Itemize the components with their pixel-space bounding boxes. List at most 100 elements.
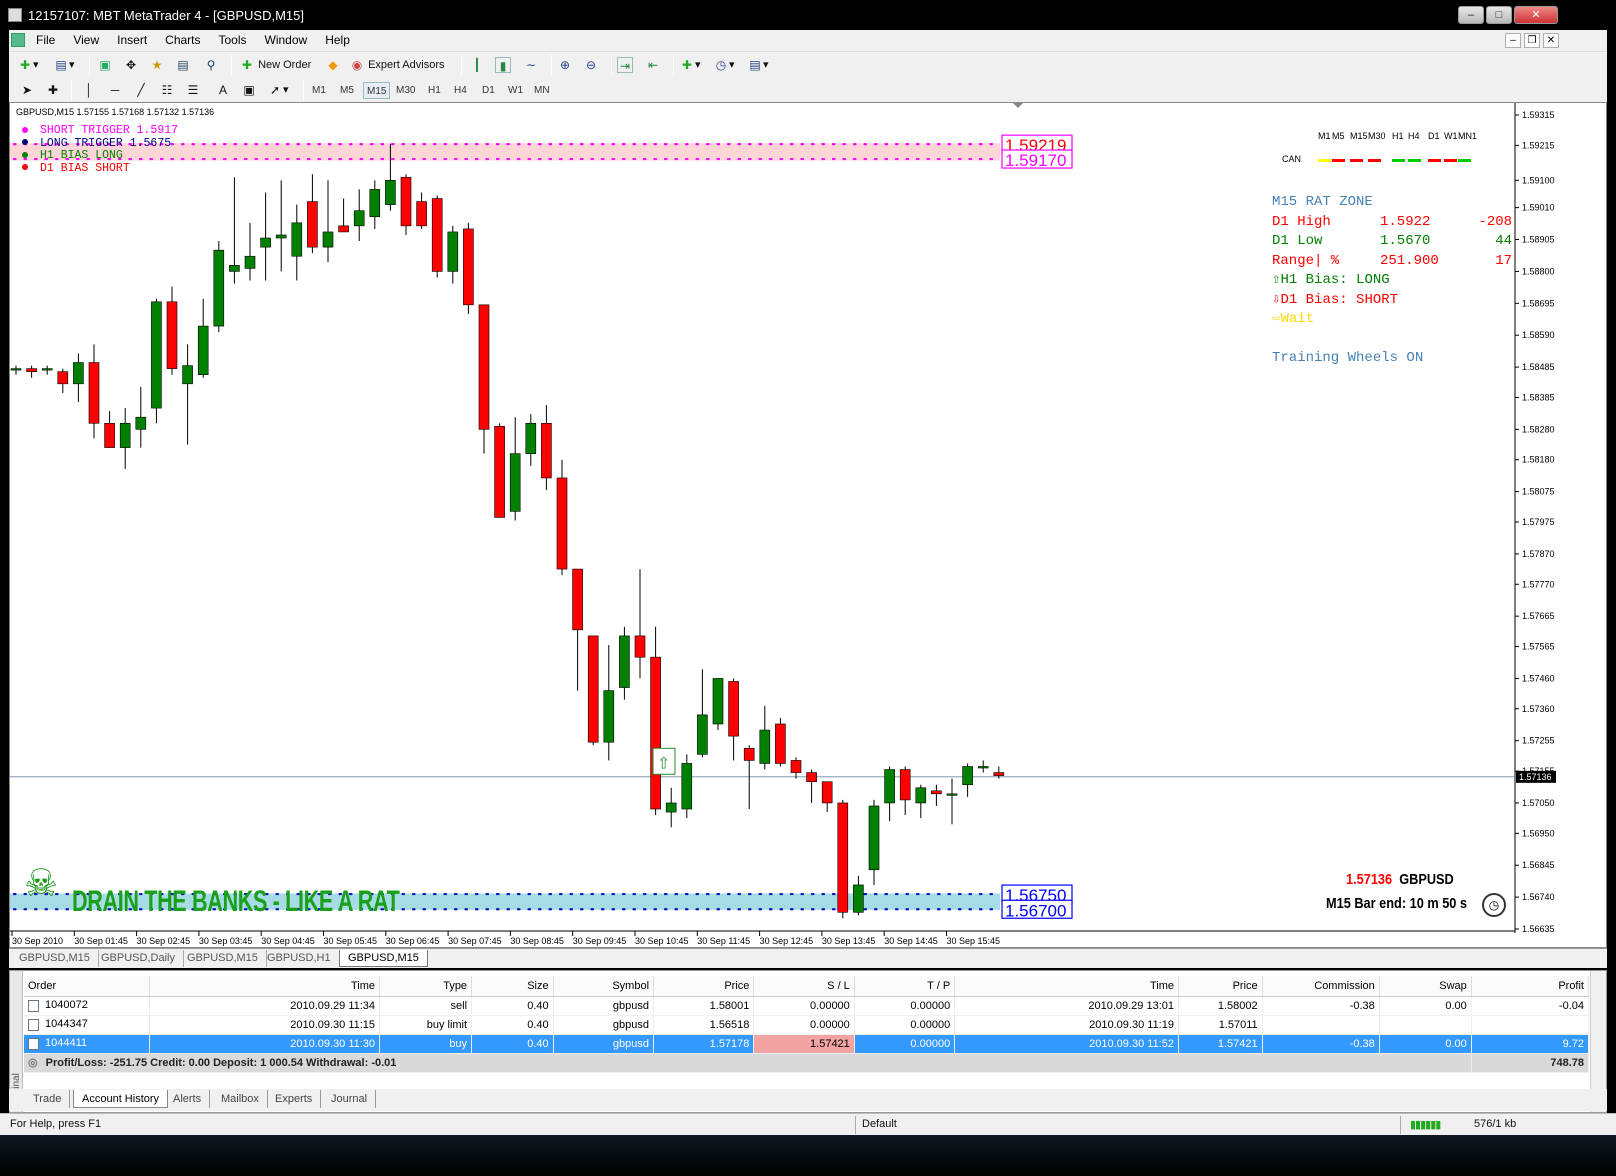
menu-help[interactable]: Help: [316, 30, 359, 51]
x-tick-label: 30 Sep 05:45: [324, 936, 378, 946]
timeframe-h4[interactable]: H4: [451, 82, 470, 99]
zoom-out-icon[interactable]: ⊖: [583, 55, 599, 75]
menu-window[interactable]: Window: [256, 30, 317, 51]
maximize-button[interactable]: □: [1486, 6, 1512, 24]
market-watch-icon[interactable]: ▣: [97, 55, 113, 75]
timeframe-m15[interactable]: M15: [363, 82, 391, 99]
metaeditor-icon[interactable]: ◆: [325, 55, 341, 75]
expert-advisors-button[interactable]: ◉ Expert Advisors: [349, 55, 445, 75]
new-order-icon: ✚: [241, 58, 253, 73]
timeframe-m30[interactable]: M30: [393, 82, 418, 99]
column-header[interactable]: Time: [149, 976, 381, 997]
legend-dot-icon: [22, 126, 28, 133]
chart-tab[interactable]: GBPUSD,M15: [339, 950, 428, 967]
mdi-close-button[interactable]: ✕: [1543, 33, 1559, 48]
timeframe-d1[interactable]: D1: [479, 82, 498, 99]
terminal-tab[interactable]: Mailbox: [213, 1090, 268, 1108]
fibonacci-icon[interactable]: ☰: [185, 80, 201, 100]
timeframe-mn[interactable]: MN: [531, 82, 553, 99]
terminal-tab[interactable]: Experts: [267, 1090, 322, 1108]
menu-insert[interactable]: Insert: [108, 30, 156, 51]
timeframe-h1[interactable]: H1: [425, 82, 444, 99]
indicators-icon[interactable]: ✚ ▾: [679, 55, 701, 75]
templates-icon[interactable]: ▤ ▾: [747, 55, 768, 75]
new-order-button[interactable]: ✚ New Order: [239, 55, 311, 75]
candle-body: [447, 231, 459, 272]
chart-window[interactable]: 1.59219 1.59170 1.56750 1.56700 1.59315 1.592…: [9, 102, 1607, 948]
column-header[interactable]: Order: [24, 976, 150, 997]
chart-tab[interactable]: GBPUSD,M15: [11, 950, 99, 967]
navigator-icon[interactable]: ✥: [123, 55, 139, 75]
chart-shift-marker[interactable]: [1013, 103, 1023, 108]
column-header[interactable]: Type: [379, 976, 473, 997]
terminal-tab[interactable]: Account History: [73, 1090, 169, 1108]
text-label-icon[interactable]: ▣: [241, 80, 257, 100]
x-tick-label: 30 Sep 13:45: [822, 936, 876, 946]
chart-shift-icon[interactable]: ⇤: [645, 55, 661, 75]
vertical-line-icon[interactable]: │: [81, 80, 97, 100]
mdi-minimize-button[interactable]: –: [1505, 33, 1521, 48]
column-header[interactable]: Commission: [1262, 976, 1380, 997]
timeframe-w1[interactable]: W1: [505, 82, 526, 99]
minimize-button[interactable]: –: [1458, 6, 1484, 24]
close-button[interactable]: ✕: [1514, 6, 1558, 24]
crosshair-icon[interactable]: ✚: [45, 80, 61, 100]
line-chart-icon[interactable]: ∼: [523, 55, 539, 75]
column-header[interactable]: Symbol: [553, 976, 655, 997]
order-row[interactable]: 1040072 2010.09.29 11:34 sell 0.40 gbpusd 1.5…: [24, 996, 1590, 1016]
zoom-in-icon[interactable]: ⊕: [557, 55, 573, 75]
column-header[interactable]: Swap: [1379, 976, 1472, 997]
order-cell: 0.00000: [854, 1015, 956, 1035]
bar-end-timer: M15 Bar end: 10 m 50 s: [1326, 895, 1468, 912]
column-header[interactable]: S / L: [753, 976, 855, 997]
terminal-icon[interactable]: ▤: [175, 55, 191, 75]
favorites-icon[interactable]: ★: [149, 55, 165, 75]
order-cell: 9.72: [1471, 1034, 1590, 1054]
chart-tab[interactable]: GBPUSD,H1: [259, 950, 340, 967]
arrows-icon[interactable]: ➚ ▾: [267, 80, 289, 100]
column-header[interactable]: Size: [471, 976, 554, 997]
new-chart-icon[interactable]: ✚ ▾: [17, 55, 39, 75]
order-row[interactable]: 1044347 2010.09.30 11:15 buy limit 0.40 gbpu…: [24, 1015, 1590, 1035]
menu-charts[interactable]: Charts: [156, 30, 209, 51]
column-header[interactable]: Profit: [1471, 976, 1590, 997]
timeframe-m5[interactable]: M5: [337, 82, 357, 99]
column-header[interactable]: T / P: [854, 976, 956, 997]
equidistant-channel-icon[interactable]: ☷: [159, 80, 175, 100]
candle-body: [603, 690, 615, 743]
horizontal-line-icon[interactable]: ─: [107, 80, 123, 100]
level-label-text: 1.56700: [1005, 901, 1066, 920]
title-bar: 12157107: MBT MetaTrader 4 - [GBPUSD,M15…: [0, 0, 1616, 30]
column-header[interactable]: Time: [954, 976, 1179, 997]
x-tick-label: 30 Sep 12:45: [760, 936, 814, 946]
terminal-tab[interactable]: Trade: [25, 1090, 71, 1108]
column-header[interactable]: Price: [653, 976, 755, 997]
chart-tab[interactable]: GBPUSD,Daily: [93, 950, 184, 967]
periods-icon[interactable]: ◷ ▾: [713, 55, 735, 75]
order-cell: 1.57178: [653, 1034, 755, 1054]
bar-chart-icon[interactable]: ┃: [469, 55, 485, 75]
profiles-icon[interactable]: ▤ ▾: [53, 55, 74, 75]
mdi-restore-button[interactable]: ❐: [1524, 33, 1540, 48]
menu-file[interactable]: File: [27, 30, 64, 51]
terminal-tab[interactable]: Alerts: [165, 1090, 211, 1108]
order-row[interactable]: 1044411 2010.09.30 11:30 buy 0.40 gbpusd 1.57…: [24, 1034, 1590, 1054]
text-icon[interactable]: A: [215, 80, 231, 100]
order-cell: 2010.09.29 13:01: [954, 996, 1179, 1016]
trendline-icon[interactable]: ╱: [133, 80, 149, 100]
order-cell: buy limit: [379, 1015, 473, 1035]
y-tick-label: 1.58075: [1522, 487, 1555, 497]
menu-tools[interactable]: Tools: [210, 30, 256, 51]
strategy-tester-icon[interactable]: ⚲: [203, 55, 219, 75]
column-header[interactable]: Price: [1178, 976, 1263, 997]
chart-tab[interactable]: GBPUSD,M15: [179, 950, 267, 967]
training-wheels-label: Training Wheels ON: [1272, 349, 1424, 366]
candle-body: [619, 635, 630, 688]
menu-view[interactable]: View: [64, 30, 108, 51]
candlestick-chart-icon[interactable]: ▮: [495, 55, 511, 75]
autoscroll-icon[interactable]: ⇥: [617, 55, 633, 75]
y-tick-label: 1.57255: [1522, 736, 1555, 746]
timeframe-m1[interactable]: M1: [309, 82, 329, 99]
cursor-icon[interactable]: ➤: [19, 80, 35, 100]
terminal-tab[interactable]: Journal: [323, 1090, 377, 1108]
